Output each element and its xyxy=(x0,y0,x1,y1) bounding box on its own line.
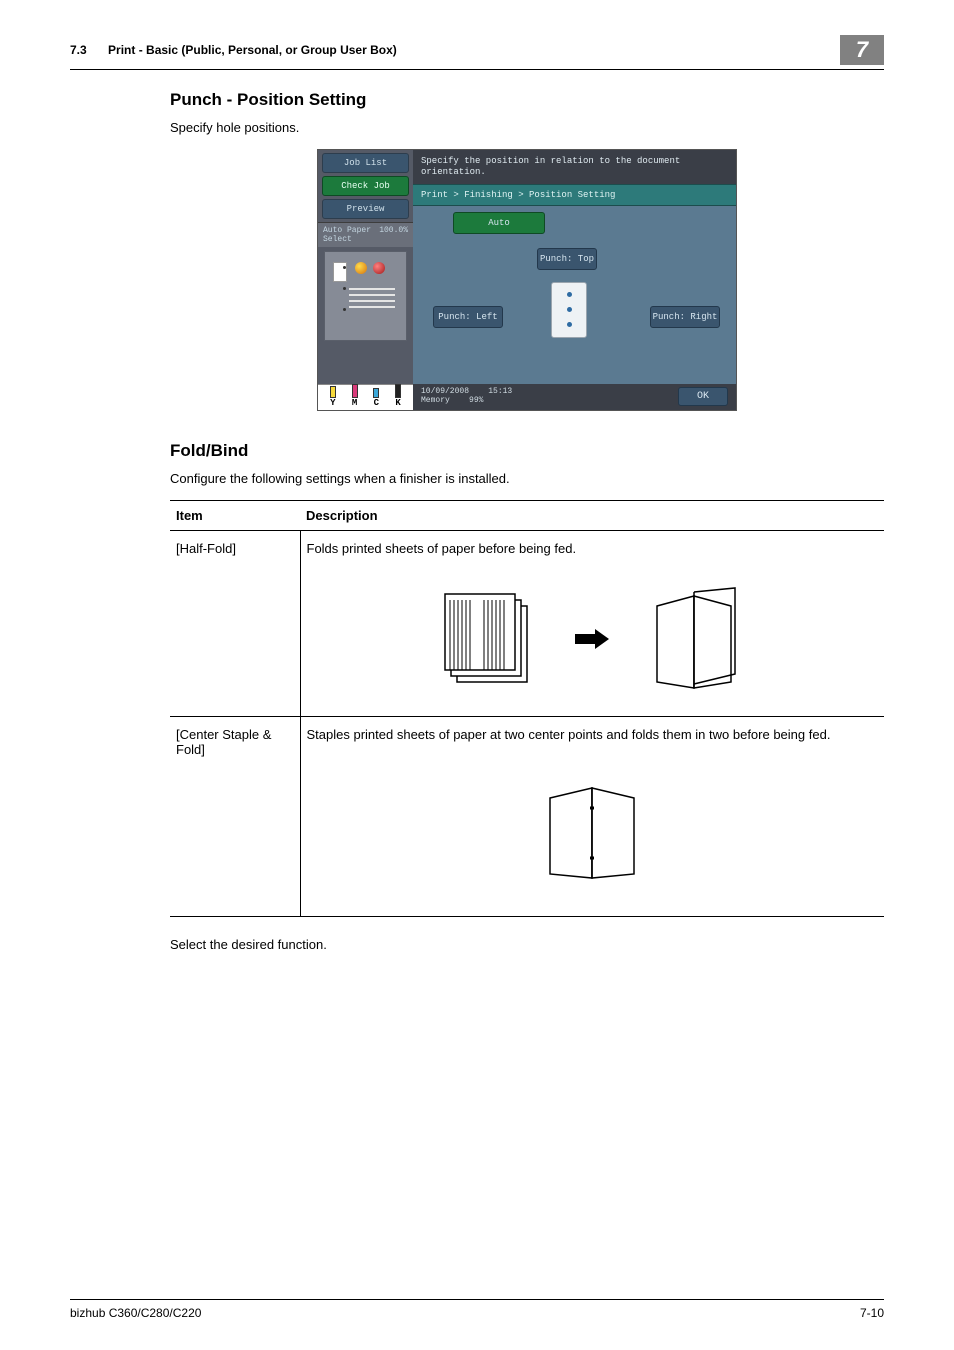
paper-label: Auto Paper Select xyxy=(323,226,379,244)
arrow-icon xyxy=(575,629,609,649)
paper-value: 100.0% xyxy=(379,226,408,244)
preview-button[interactable]: Preview xyxy=(322,199,409,219)
header-left: 7.3 Print - Basic (Public, Personal, or … xyxy=(70,43,397,57)
centerstaple-diagram xyxy=(307,778,879,888)
footer-page: 7-10 xyxy=(860,1306,884,1320)
footer-model: bizhub C360/C280/C220 xyxy=(70,1306,201,1320)
table-row: [Center Staple & Fold] Staples printed s… xyxy=(170,716,884,916)
foldbind-outro: Select the desired function. xyxy=(170,937,884,952)
page-header: 7.3 Print - Basic (Public, Personal, or … xyxy=(70,35,884,70)
status-readout: 10/09/2008 15:13 Memory 99% xyxy=(421,388,512,406)
foldbind-heading: Fold/Bind xyxy=(170,441,884,461)
item-centerstaple: [Center Staple & Fold] xyxy=(170,716,300,916)
ok-button[interactable]: OK xyxy=(678,387,728,406)
section-title: Print - Basic (Public, Personal, or Grou… xyxy=(108,43,397,57)
page-footer: bizhub C360/C280/C220 7-10 xyxy=(70,1299,884,1320)
instruction-text: Specify the position in relation to the … xyxy=(413,150,736,184)
punch-intro: Specify hole positions. xyxy=(170,120,884,135)
desc-centerstaple: Staples printed sheets of paper at two c… xyxy=(307,727,879,742)
breadcrumb: Print > Finishing > Position Setting xyxy=(413,184,736,206)
paper-select-readout: Auto Paper Select 100.0% xyxy=(318,222,413,247)
punch-right-option[interactable]: Punch: Right xyxy=(650,306,720,328)
ui-screenshot: Job List Check Job Preview Auto Paper Se… xyxy=(317,149,737,411)
punch-heading: Punch - Position Setting xyxy=(170,90,884,110)
item-halffold: [Half-Fold] xyxy=(170,530,300,716)
toner-levels: Y M C K xyxy=(318,384,413,410)
check-job-button[interactable]: Check Job xyxy=(322,176,409,196)
halffold-diagram xyxy=(307,584,879,694)
foldbind-table: Item Description [Half-Fold] Folds print… xyxy=(170,500,884,917)
punch-top-option[interactable]: Punch: Top xyxy=(537,248,597,270)
col-item: Item xyxy=(170,500,300,530)
punch-preview-icon xyxy=(551,282,587,338)
chapter-badge: 7 xyxy=(840,35,884,65)
preview-pane xyxy=(324,251,407,341)
table-row: [Half-Fold] Folds printed sheets of pape… xyxy=(170,530,884,716)
auto-option[interactable]: Auto xyxy=(453,212,545,234)
punch-left-option[interactable]: Punch: Left xyxy=(433,306,503,328)
job-list-button[interactable]: Job List xyxy=(322,153,409,173)
col-desc: Description xyxy=(300,500,884,530)
desc-halffold: Folds printed sheets of paper before bei… xyxy=(307,541,879,556)
section-number: 7.3 xyxy=(70,43,87,57)
foldbind-intro: Configure the following settings when a … xyxy=(170,471,884,486)
